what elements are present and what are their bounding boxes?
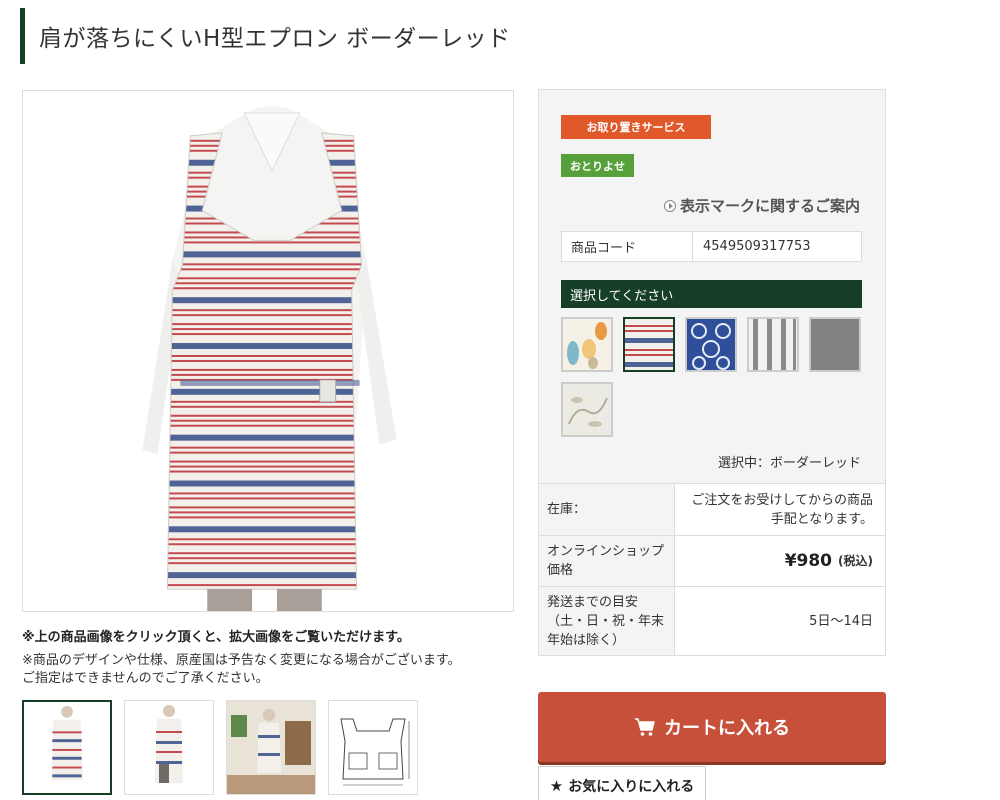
shipping-row: 発送までの目安（土・日・祝・年末年始は除く） 5日～14日: [539, 586, 885, 655]
stock-label: 在庫：: [539, 484, 675, 535]
product-code-table: 商品コード 4549509317753: [561, 231, 862, 262]
thumbnail-front[interactable]: [22, 700, 112, 795]
thumbnail-scene[interactable]: [226, 700, 316, 795]
stock-value: ご注文をお受けしてからの商品手配となります。: [675, 484, 885, 535]
add-to-favorites-label: お気に入りに入れる: [568, 779, 695, 795]
image-click-note: ※上の商品画像をクリック頂くと、拡大画像をご覧いただけます。: [22, 630, 410, 645]
price-label: オンラインショップ価格: [539, 536, 675, 586]
price-row: オンラインショップ価格 ¥980 (税込): [539, 535, 885, 586]
swatch-border-red[interactable]: [623, 317, 675, 372]
selected-variant-label: 選択中：ボーダーレッド: [717, 456, 861, 471]
price-value: ¥980: [784, 550, 833, 571]
variant-select-heading: 選択してください: [561, 280, 862, 308]
badge-special-order: おとりよせ: [561, 154, 634, 177]
purchase-info-table: 在庫： ご注文をお受けしてからの商品手配となります。 オンラインショップ価格 ¥…: [538, 483, 886, 656]
design-note: ※商品のデザインや仕様、原産国は予告なく変更になる場合がございます。 ご指定はで…: [22, 652, 461, 688]
swatch-damask-navy[interactable]: [685, 317, 737, 372]
swatch-solid-gray[interactable]: [809, 317, 861, 372]
mark-guide-link[interactable]: 表示マークに関するご案内: [663, 195, 860, 216]
product-info-panel: お取り置きサービス おとりよせ 表示マークに関するご案内 商品コード 45495…: [538, 89, 886, 484]
add-to-cart-label: カートに入れる: [664, 718, 790, 739]
swatch-botanical[interactable]: [561, 317, 613, 372]
cart-icon: [635, 718, 655, 736]
product-code-value: 4549509317753: [703, 239, 811, 254]
mark-guide-link-label: 表示マークに関するご案内: [679, 197, 860, 215]
shipping-label: 発送までの目安（土・日・祝・年末年始は除く）: [539, 587, 675, 655]
swatch-stripe-gray[interactable]: [747, 317, 799, 372]
tax-label: (税込): [838, 553, 873, 568]
swatch-leaf-beige[interactable]: [561, 382, 613, 437]
product-code-label: 商品コード: [562, 232, 693, 261]
thumbnail-side[interactable]: [124, 700, 214, 795]
main-product-image[interactable]: [22, 90, 514, 612]
badge-reservation-service: お取り置きサービス: [561, 115, 711, 139]
design-note-line-1: ※商品のデザインや仕様、原産国は予告なく変更になる場合がございます。: [22, 653, 461, 668]
price-value-cell: ¥980 (税込): [675, 536, 885, 586]
design-note-line-2: ご指定はできませんのでご了承ください。: [22, 671, 269, 686]
page-title-bar: 肩が落ちにくいH型エプロン ボーダーレッド: [20, 8, 511, 64]
star-icon: ★: [549, 777, 564, 795]
add-to-cart-button[interactable]: カートに入れる: [538, 692, 886, 762]
page-title: 肩が落ちにくいH型エプロン ボーダーレッド: [39, 26, 511, 52]
variant-swatches: [561, 317, 871, 437]
add-to-favorites-button[interactable]: ★ お気に入りに入れる: [538, 766, 706, 800]
circle-arrow-icon: [663, 199, 676, 212]
shipping-value: 5日～14日: [675, 587, 885, 655]
stock-row: 在庫： ご注文をお受けしてからの商品手配となります。: [539, 483, 885, 535]
thumbnail-strip: [22, 700, 418, 795]
thumbnail-size-diagram[interactable]: [328, 700, 418, 795]
